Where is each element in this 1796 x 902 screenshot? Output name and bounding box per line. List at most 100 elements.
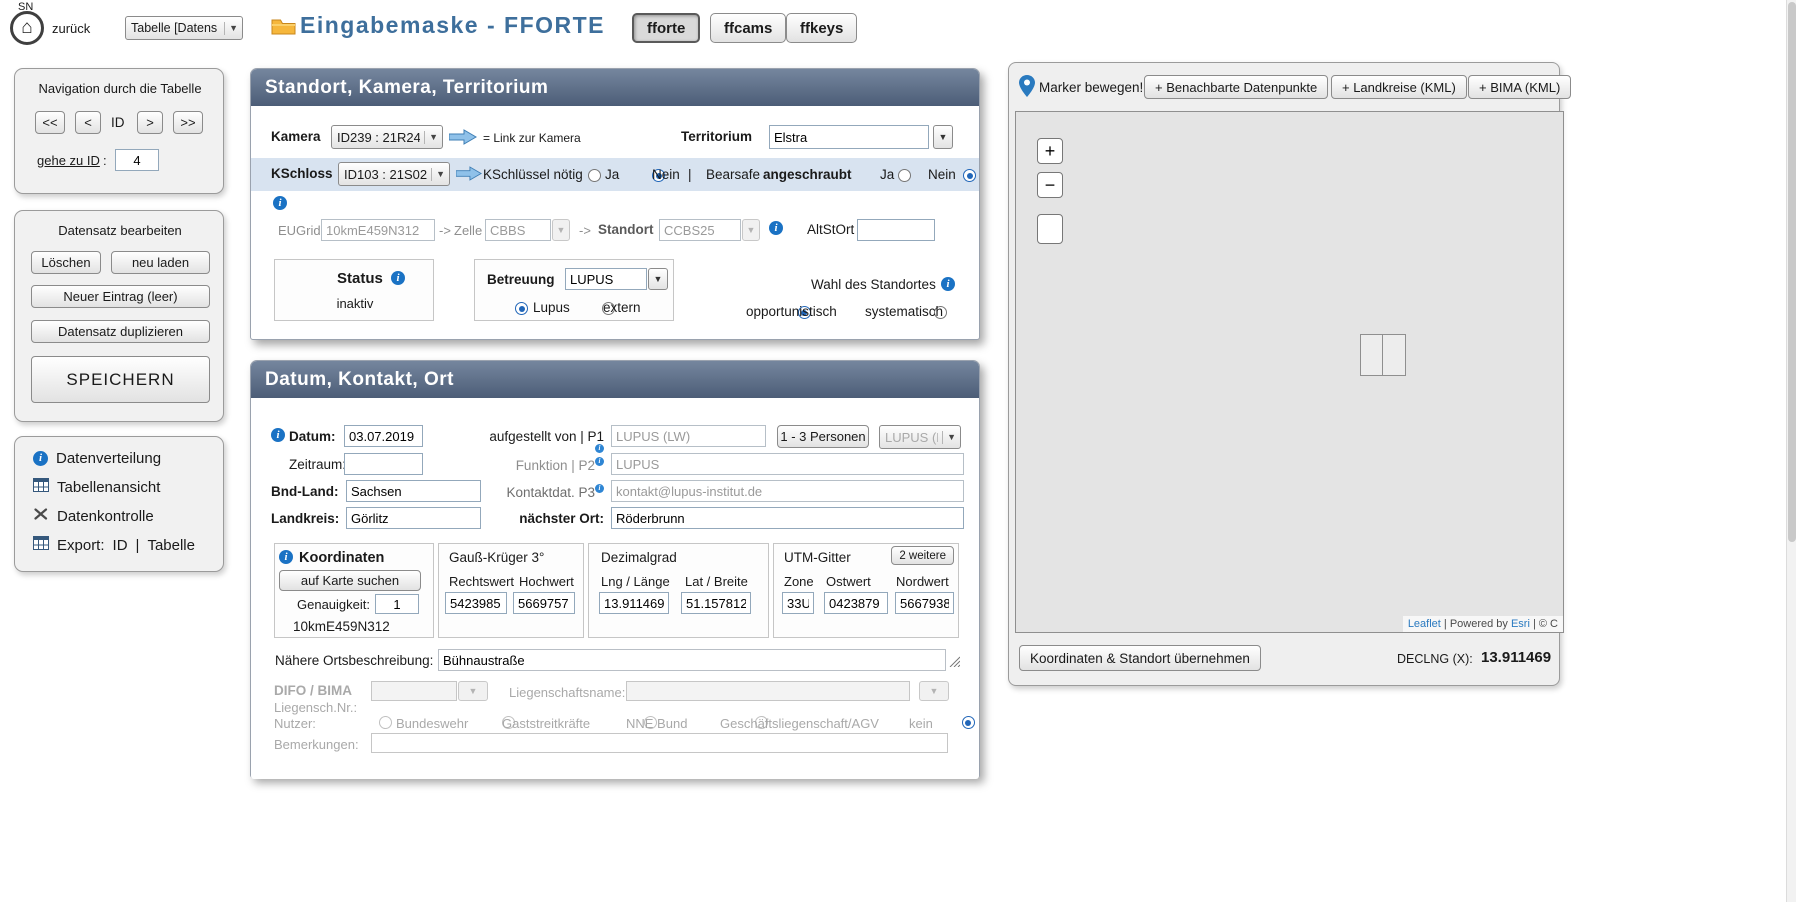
zoom-out-button[interactable]: − — [1037, 172, 1063, 198]
bearsafe-nein-label[interactable]: Nein — [928, 167, 956, 182]
nutzer-nne-bund-label[interactable]: NNE Bund — [626, 716, 687, 731]
new-entry-button[interactable]: Neuer Eintrag (leer) — [31, 285, 210, 308]
wahl-info-icon[interactable] — [941, 277, 955, 291]
funktion-info-icon[interactable] — [595, 457, 604, 466]
betreuung-lupus-radio[interactable] — [515, 302, 528, 315]
first-record-button[interactable]: << — [35, 111, 65, 134]
funktion-input[interactable] — [611, 453, 964, 475]
landkreise-kml-button[interactable]: + Landkreise (KML) — [1331, 75, 1467, 99]
nutzer-kein-label[interactable]: kein — [909, 716, 933, 731]
gk-rechtswert-input[interactable] — [445, 592, 507, 614]
territorium-input[interactable] — [769, 125, 929, 149]
goto-id-link[interactable]: gehe zu ID — [37, 153, 100, 168]
ortsbeschreibung-input[interactable] — [438, 649, 946, 671]
difo-input[interactable] — [371, 681, 457, 701]
zelle-dropdown-button[interactable]: ▼ — [552, 219, 570, 241]
betreuung-dropdown-button[interactable]: ▼ — [648, 268, 668, 290]
save-button[interactable]: SPEICHERN — [31, 356, 210, 403]
difo-dropdown-button[interactable]: ▼ — [458, 681, 488, 701]
nutzer-geschaeftsliegenschaft-label[interactable]: Geschäftsliegenschaft/AGV — [720, 716, 879, 731]
ort-input[interactable] — [611, 507, 964, 529]
utm-zone-input[interactable] — [782, 592, 814, 614]
back-link[interactable]: zurück — [52, 21, 90, 36]
zoom-in-button[interactable]: + — [1037, 138, 1063, 164]
datum-input[interactable] — [344, 425, 423, 447]
tab-fforte[interactable]: fforte — [632, 13, 700, 43]
map-canvas[interactable]: + − Leaflet | Powered by Esri | © C — [1015, 111, 1564, 633]
standort-dropdown-button[interactable]: ▼ — [742, 219, 760, 241]
betreuung-lupus-label[interactable]: Lupus — [533, 300, 570, 315]
leaflet-link[interactable]: Leaflet — [1408, 618, 1441, 630]
delete-button[interactable]: Löschen — [31, 251, 101, 274]
kontakt-info-icon[interactable] — [595, 484, 604, 493]
bndland-input[interactable] — [346, 480, 481, 502]
goto-id-input[interactable] — [115, 149, 159, 171]
zelle-input[interactable] — [485, 219, 551, 241]
bima-kml-button[interactable]: + BIMA (KML) — [1468, 75, 1571, 99]
last-record-button[interactable]: >> — [173, 111, 203, 134]
karte-suchen-button[interactable]: auf Karte suchen — [279, 570, 421, 591]
zeitraum-input[interactable] — [344, 453, 423, 475]
apply-coordinates-button[interactable]: Koordinaten & Standort übernehmen — [1019, 645, 1261, 671]
resize-grip-icon[interactable] — [948, 654, 960, 672]
dz-lng-input[interactable] — [599, 592, 669, 614]
standort-info-icon[interactable] — [769, 221, 783, 235]
dz-lat-input[interactable] — [681, 592, 751, 614]
aufgestellt-info-icon[interactable] — [595, 444, 604, 453]
genauigkeit-input[interactable] — [375, 594, 419, 614]
systematisch-label[interactable]: systematisch — [865, 304, 943, 319]
link-datenkontrolle[interactable]: Datenkontrolle — [33, 507, 154, 526]
betreuung-input[interactable] — [565, 268, 647, 290]
kamera-select[interactable]: ID239 : 21R24 ▼ — [331, 125, 443, 149]
link-datenverteilung[interactable]: Datenverteilung — [33, 450, 161, 467]
tab-ffcams[interactable]: ffcams — [710, 13, 786, 43]
koordinaten-info-icon[interactable] — [279, 550, 293, 564]
liegenschaftsname-dropdown-button[interactable]: ▼ — [919, 681, 949, 701]
tab-ffkeys[interactable]: ffkeys — [786, 13, 857, 43]
aufgestellt-input[interactable] — [611, 425, 766, 447]
landkreis-input[interactable] — [346, 507, 481, 529]
opportunistisch-label[interactable]: opportunistisch — [746, 304, 837, 319]
home-button[interactable]: ⌂ — [10, 11, 44, 45]
kschluessel-ja-radio[interactable] — [588, 169, 601, 182]
bearsafe-ja-label[interactable]: Ja — [880, 167, 894, 182]
kschluessel-nein-label[interactable]: Nein — [652, 167, 680, 182]
duplicate-button[interactable]: Datensatz duplizieren — [31, 320, 210, 343]
altstort-input[interactable] — [857, 219, 935, 241]
status-info-icon[interactable] — [391, 271, 405, 285]
page-scrollbar[interactable] — [1786, 0, 1796, 902]
nutzer-bundeswehr-radio[interactable] — [379, 716, 392, 729]
bemerkungen-input[interactable] — [371, 733, 948, 753]
esri-link[interactable]: Esri — [1511, 618, 1530, 630]
nutzer-bundeswehr-label[interactable]: Bundeswehr — [396, 716, 468, 731]
kontakt-input[interactable] — [611, 480, 964, 502]
export-tabelle-link[interactable]: Tabelle — [147, 537, 195, 554]
personen-select[interactable]: LUPUS (LW ▼ — [879, 425, 961, 449]
eugrid-input[interactable] — [321, 219, 435, 241]
export-id-link[interactable]: ID — [113, 537, 128, 554]
kschloss-select[interactable]: ID103 : 21S02 ▼ — [338, 162, 450, 186]
kschluessel-ja-label[interactable]: Ja — [605, 167, 619, 182]
standort-input[interactable] — [659, 219, 741, 241]
layers-button[interactable] — [1037, 214, 1063, 244]
utm-more-button[interactable]: 2 weitere — [891, 546, 954, 565]
personen-button[interactable]: 1 - 3 Personen — [777, 425, 869, 448]
utm-nordwert-input[interactable] — [895, 592, 954, 614]
next-record-button[interactable]: > — [137, 111, 163, 134]
nutzer-gaststreitkraefte-label[interactable]: Gaststreitkräfte — [502, 716, 590, 731]
nutzer-kein-radio[interactable] — [962, 716, 975, 729]
datum-info-icon[interactable] — [271, 428, 285, 442]
link-tabellenansicht[interactable]: Tabellenansicht — [33, 478, 160, 497]
prev-record-button[interactable]: < — [75, 111, 101, 134]
datenpunkte-button[interactable]: + Benachbarte Datenpunkte — [1144, 75, 1328, 99]
kschloss-info-icon[interactable] — [273, 196, 287, 210]
betreuung-extern-label[interactable]: extern — [603, 300, 641, 315]
gk-hochwert-input[interactable] — [513, 592, 575, 614]
territorium-dropdown-button[interactable]: ▼ — [933, 125, 953, 149]
table-select[interactable]: Tabelle [Datens ▼ — [125, 16, 243, 40]
scrollbar-thumb[interactable] — [1788, 2, 1796, 542]
liegenschaftsname-input[interactable] — [626, 681, 910, 701]
reload-button[interactable]: neu laden — [111, 251, 210, 274]
bearsafe-ja-radio[interactable] — [898, 169, 911, 182]
utm-ostwert-input[interactable] — [824, 592, 888, 614]
